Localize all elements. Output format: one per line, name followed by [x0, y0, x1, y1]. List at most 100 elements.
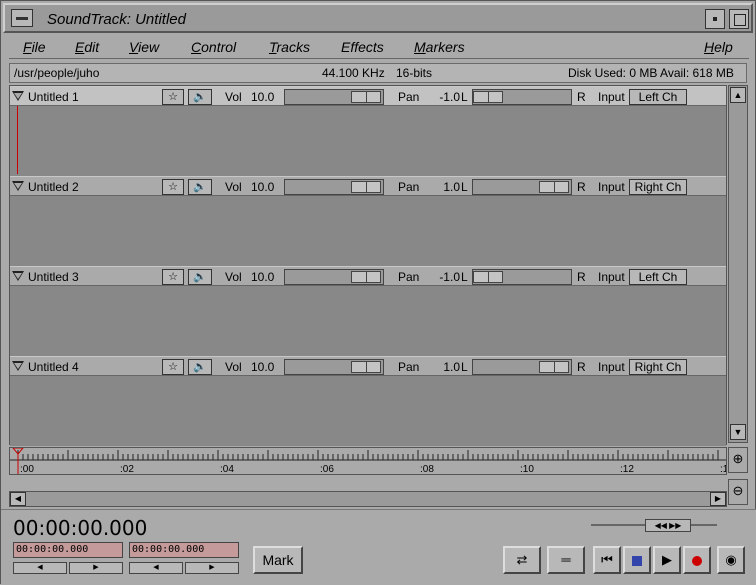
start-time-field[interactable]: 00:00:00.000: [13, 542, 123, 558]
pan-right-label: R: [577, 180, 586, 194]
ruler-label: :02: [120, 464, 134, 474]
volume-slider-knob[interactable]: [351, 181, 381, 193]
volume-label: Vol: [225, 180, 242, 194]
speaker-icon[interactable]: 🔈: [188, 179, 212, 195]
track-header[interactable]: Untitled 2 ☆ 🔈 Vol 10.0 Pan 1.0 L R Inpu…: [10, 176, 726, 196]
title-bar[interactable]: SoundTrack: Untitled: [3, 3, 753, 33]
track-header[interactable]: Untitled 3 ☆ 🔈 Vol 10.0 Pan -1.0 L R Inp…: [10, 266, 726, 286]
star-icon[interactable]: ☆: [162, 269, 184, 285]
menu-control[interactable]: Control: [191, 39, 236, 55]
minimize-button[interactable]: [705, 9, 725, 29]
menu-file[interactable]: File: [23, 39, 46, 55]
rewind-icon[interactable]: ⏮: [593, 546, 621, 574]
disk-usage: Disk Used: 0 MB Avail: 618 MB: [568, 66, 734, 80]
pan-label: Pan: [398, 360, 420, 374]
end-step-up-button[interactable]: ▶: [185, 562, 239, 574]
track-name[interactable]: Untitled 1: [28, 90, 79, 104]
monitor-icon[interactable]: ◉: [717, 546, 745, 574]
stop-icon[interactable]: [623, 546, 651, 574]
menu-view[interactable]: View: [129, 39, 159, 55]
disclosure-triangle-icon[interactable]: [12, 91, 24, 101]
volume-slider[interactable]: [284, 179, 384, 195]
end-step-down-button[interactable]: ◀: [129, 562, 183, 574]
pan-value: -1.0: [439, 270, 460, 284]
speaker-icon[interactable]: 🔈: [188, 269, 212, 285]
pan-value: 1.0: [443, 180, 460, 194]
disclosure-triangle-icon[interactable]: [12, 361, 24, 371]
pan-slider[interactable]: [472, 179, 572, 195]
pan-slider-knob[interactable]: [539, 181, 569, 193]
input-channel-button[interactable]: Right Ch: [629, 359, 687, 375]
zoom-in-icon[interactable]: ⊕: [728, 447, 748, 473]
mark-button[interactable]: Mark: [253, 546, 303, 574]
menu-help[interactable]: Help: [704, 39, 733, 55]
shuttle-button[interactable]: ◀◀ ▶▶: [645, 519, 691, 532]
scroll-down-arrow[interactable]: ▼: [730, 424, 746, 440]
loop-icon[interactable]: ⇄: [503, 546, 541, 574]
window-title: SoundTrack: Untitled: [47, 11, 186, 28]
start-step-down-button[interactable]: ◀: [13, 562, 67, 574]
pan-right-label: R: [577, 270, 586, 284]
record-icon[interactable]: [683, 546, 711, 574]
volume-value: 10.0: [251, 180, 275, 194]
playback-mode-icon[interactable]: ═: [547, 546, 585, 574]
volume-value: 10.0: [251, 360, 275, 374]
pan-slider-knob[interactable]: [473, 271, 503, 283]
track-name[interactable]: Untitled 3: [28, 270, 79, 284]
volume-slider-knob[interactable]: [351, 361, 381, 373]
star-icon[interactable]: ☆: [162, 359, 184, 375]
pan-slider-knob[interactable]: [539, 361, 569, 373]
vertical-scrollbar[interactable]: ▲ ▼: [728, 85, 748, 443]
input-channel-button[interactable]: Left Ch: [629, 269, 687, 285]
horizontal-scrollbar[interactable]: ◀ ▶: [9, 491, 727, 507]
play-icon[interactable]: ▶: [653, 546, 681, 574]
scroll-left-arrow[interactable]: ◀: [10, 492, 26, 506]
track[interactable]: Untitled 3 ☆ 🔈 Vol 10.0 Pan -1.0 L R Inp…: [10, 266, 726, 356]
start-step-up-button[interactable]: ▶: [69, 562, 123, 574]
volume-label: Vol: [225, 360, 242, 374]
pan-slider[interactable]: [472, 359, 572, 375]
pan-left-label: L: [461, 270, 468, 284]
scroll-right-arrow[interactable]: ▶: [710, 492, 726, 506]
disclosure-triangle-icon[interactable]: [12, 181, 24, 191]
volume-label: Vol: [225, 270, 242, 284]
track[interactable]: Untitled 1 ☆ 🔈 Vol 10.0 Pan -1.0 L R Inp…: [10, 86, 726, 176]
input-channel-button[interactable]: Right Ch: [629, 179, 687, 195]
star-icon[interactable]: ☆: [162, 89, 184, 105]
track-waveform-area[interactable]: [10, 106, 726, 176]
volume-slider[interactable]: [284, 269, 384, 285]
track-name[interactable]: Untitled 2: [28, 180, 79, 194]
timeline-ruler[interactable]: :00:02:04:06:08:10:12:1: [9, 447, 729, 475]
menu-markers[interactable]: Markers: [414, 39, 465, 55]
input-channel-button[interactable]: Left Ch: [629, 89, 687, 105]
star-icon[interactable]: ☆: [162, 179, 184, 195]
pan-slider-knob[interactable]: [473, 91, 503, 103]
track[interactable]: Untitled 2 ☆ 🔈 Vol 10.0 Pan 1.0 L R Inpu…: [10, 176, 726, 266]
tracks-area[interactable]: Untitled 1 ☆ 🔈 Vol 10.0 Pan -1.0 L R Inp…: [9, 85, 727, 446]
window-menu-button[interactable]: [11, 9, 33, 27]
track-waveform-area[interactable]: [10, 376, 726, 446]
track-waveform-area[interactable]: [10, 196, 726, 266]
disclosure-triangle-icon[interactable]: [12, 271, 24, 281]
volume-slider-knob[interactable]: [351, 91, 381, 103]
speaker-icon[interactable]: 🔈: [188, 359, 212, 375]
track-header[interactable]: Untitled 4 ☆ 🔈 Vol 10.0 Pan 1.0 L R Inpu…: [10, 356, 726, 376]
zoom-out-icon[interactable]: ⊖: [728, 479, 748, 505]
track-name[interactable]: Untitled 4: [28, 360, 79, 374]
speaker-icon[interactable]: 🔈: [188, 89, 212, 105]
volume-slider[interactable]: [284, 359, 384, 375]
menu-tracks[interactable]: Tracks: [269, 39, 310, 55]
track-header[interactable]: Untitled 1 ☆ 🔈 Vol 10.0 Pan -1.0 L R Inp…: [10, 86, 726, 106]
track-waveform-area[interactable]: [10, 286, 726, 356]
pan-slider[interactable]: [472, 269, 572, 285]
maximize-button[interactable]: [729, 9, 749, 29]
volume-slider[interactable]: [284, 89, 384, 105]
current-path: /usr/people/juho: [14, 66, 100, 80]
menu-edit[interactable]: Edit: [75, 39, 99, 55]
pan-slider[interactable]: [472, 89, 572, 105]
end-time-field[interactable]: 00:00:00.000: [129, 542, 239, 558]
volume-slider-knob[interactable]: [351, 271, 381, 283]
menu-effects[interactable]: Effects: [341, 39, 384, 55]
scroll-up-arrow[interactable]: ▲: [730, 87, 746, 103]
track[interactable]: Untitled 4 ☆ 🔈 Vol 10.0 Pan 1.0 L R Inpu…: [10, 356, 726, 446]
